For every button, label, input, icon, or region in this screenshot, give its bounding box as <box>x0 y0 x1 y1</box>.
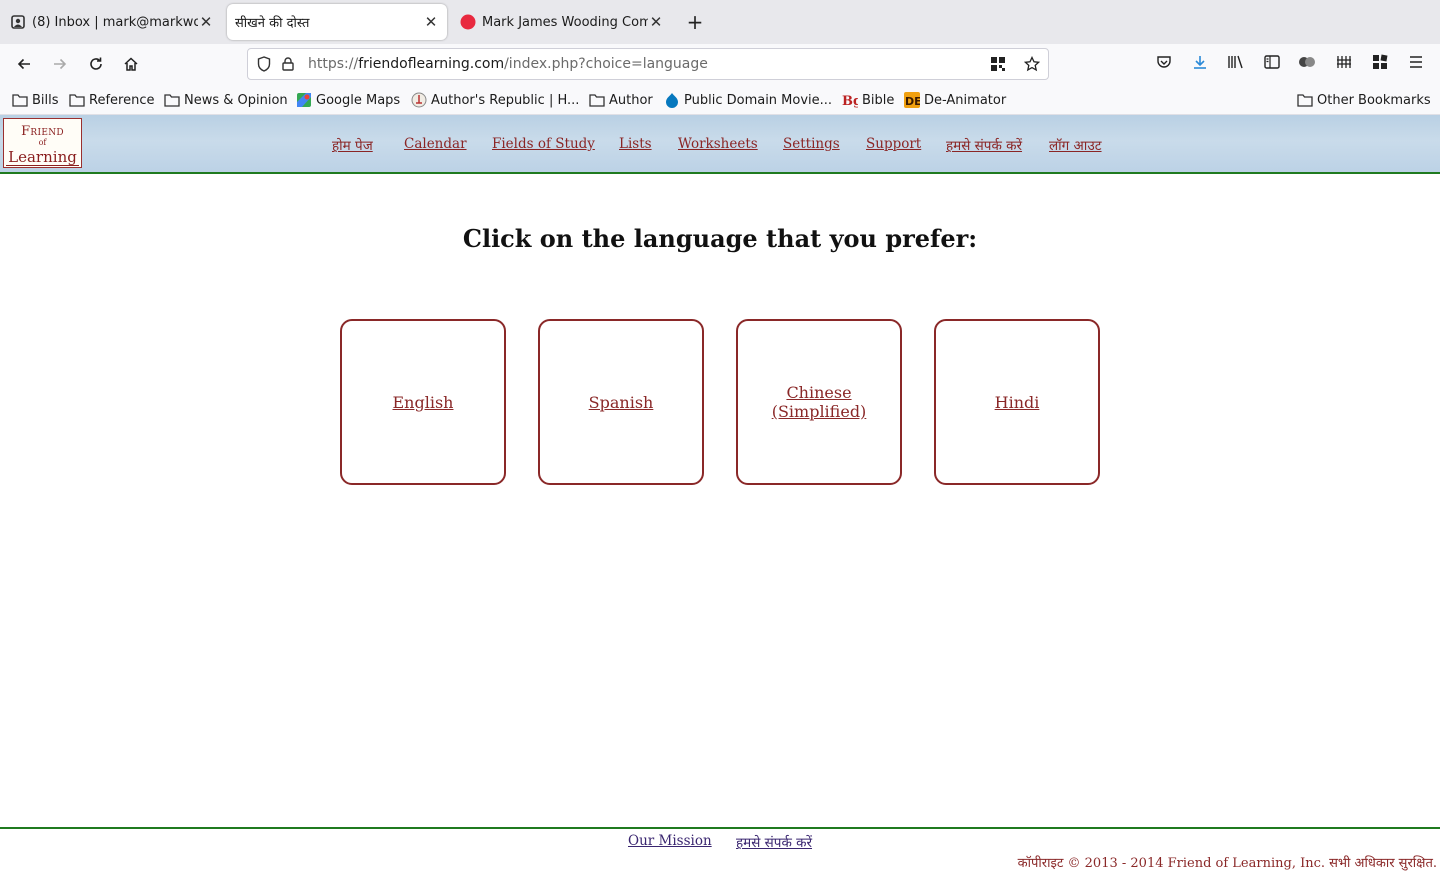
url-scheme: https:// <box>308 56 359 72</box>
tab-title: (8) Inbox | mark@markwo <box>32 14 198 30</box>
tab-wooding[interactable]: Mark James Wooding Com ✕ <box>460 0 664 44</box>
new-tab-button[interactable]: + <box>684 11 706 33</box>
tab-inbox[interactable]: (8) Inbox | mark@markwo ✕ <box>10 0 214 44</box>
home-icon <box>124 57 138 71</box>
drupal-icon <box>664 92 680 108</box>
extensions-icon[interactable] <box>1370 52 1390 72</box>
url-path: /index.php?choice=language <box>504 56 708 72</box>
logo-line-of: of <box>38 138 47 147</box>
nav-bar: https://friendoflearning.com/index.php?c… <box>0 44 1440 84</box>
menu-icon[interactable] <box>1406 52 1426 72</box>
tab-title: Mark James Wooding Com <box>482 14 648 30</box>
reload-icon <box>90 57 102 70</box>
bookmark-label: Public Domain Movie... <box>684 92 833 108</box>
bookmark-reference[interactable]: Reference <box>69 91 154 109</box>
site-logo[interactable]: Friend of Learning <box>3 118 82 168</box>
bookmark-author[interactable]: Author <box>589 91 653 109</box>
copyright-notice: कॉपीराइट © 2013 - 2014 Friend of Learnin… <box>1017 856 1437 871</box>
extension-grid-icon[interactable] <box>1334 52 1354 72</box>
reload-button[interactable] <box>84 52 108 76</box>
language-option-english[interactable]: English <box>340 319 506 485</box>
library-icon[interactable] <box>1226 52 1246 72</box>
bookmarks-toolbar: Bills Reference News & Opinion Google Ma… <box>0 84 1440 115</box>
footer-link-contact-us[interactable]: हमसे संपर्क करें <box>736 833 812 851</box>
folder-icon <box>164 92 180 108</box>
pocket-icon[interactable] <box>1154 52 1174 72</box>
bookmark-label: Bills <box>32 92 59 108</box>
logo-line-friend: Friend <box>21 124 64 139</box>
language-link[interactable]: Chinese (Simplified) <box>759 383 879 421</box>
bookmark-public-domain-movies[interactable]: Public Domain Movie... <box>664 91 832 109</box>
bookmark-other-bookmarks[interactable]: Other Bookmarks <box>1297 91 1431 109</box>
bookmark-authors-republic[interactable]: Author's Republic | H... <box>411 91 579 109</box>
mail-icon <box>10 14 26 30</box>
nav-worksheets[interactable]: Worksheets <box>678 136 758 154</box>
download-icon[interactable] <box>1190 52 1210 72</box>
svg-text:DE: DE <box>905 95 920 108</box>
lock-icon[interactable] <box>278 54 298 74</box>
site-header: Friend of Learning होम पेज Calendar Fiel… <box>0 115 1440 174</box>
svg-text:Bg: Bg <box>842 94 858 108</box>
close-tab-icon[interactable]: ✕ <box>198 14 214 30</box>
language-option-spanish[interactable]: Spanish <box>538 319 704 485</box>
bookmark-label: Reference <box>89 92 155 108</box>
folder-icon <box>1297 92 1313 108</box>
language-option-hindi[interactable]: Hindi <box>934 319 1100 485</box>
language-link[interactable]: Spanish <box>589 393 654 412</box>
nav-logout[interactable]: लॉग आउट <box>1049 136 1102 154</box>
maps-icon <box>296 92 312 108</box>
qr-code-icon[interactable] <box>988 54 1008 74</box>
logo-line-learning: Learning <box>6 148 79 166</box>
bookmark-label: De-Animator <box>924 92 1007 108</box>
bookmark-label: Other Bookmarks <box>1317 92 1431 108</box>
bookmark-news-opinion[interactable]: News & Opinion <box>164 91 288 109</box>
bookmark-label: Bible <box>862 92 895 108</box>
bookmark-label: Author <box>609 92 653 108</box>
back-arrow-icon <box>17 58 30 70</box>
language-link[interactable]: English <box>393 393 454 412</box>
bible-icon: Bg <box>842 92 858 108</box>
nav-contact-us[interactable]: हमसे संपर्क करें <box>946 136 1022 154</box>
nav-home[interactable]: होम पेज <box>332 136 373 154</box>
footer-link-our-mission[interactable]: Our Mission <box>628 833 712 849</box>
nav-settings[interactable]: Settings <box>783 136 840 154</box>
shield-icon[interactable] <box>254 54 274 74</box>
close-tab-icon[interactable]: ✕ <box>648 14 664 30</box>
bookmark-label: Author's Republic | H... <box>431 92 580 108</box>
nav-calendar[interactable]: Calendar <box>404 136 467 154</box>
address-bar[interactable]: https://friendoflearning.com/index.php?c… <box>247 48 1049 80</box>
language-option-chinese[interactable]: Chinese (Simplified) <box>736 319 902 485</box>
red-dot-icon <box>460 14 476 30</box>
forward-button[interactable] <box>48 52 72 76</box>
bookmark-de-animator[interactable]: DE De-Animator <box>904 91 1006 109</box>
bookmark-bible[interactable]: Bg Bible <box>842 91 894 109</box>
language-link[interactable]: Hindi <box>995 393 1040 412</box>
url-host: friendoflearning.com <box>358 56 505 72</box>
nav-lists[interactable]: Lists <box>619 136 652 154</box>
page-heading: Click on the language that you prefer: <box>462 224 978 253</box>
de-icon: DE <box>904 92 920 108</box>
sidebar-icon[interactable] <box>1262 52 1282 72</box>
author-icon <box>411 92 427 108</box>
bookmark-star-icon[interactable] <box>1022 54 1042 74</box>
folder-icon <box>589 92 605 108</box>
bookmark-google-maps[interactable]: Google Maps <box>296 91 400 109</box>
close-tab-icon[interactable]: ✕ <box>423 14 439 30</box>
back-button[interactable] <box>12 52 36 76</box>
home-button[interactable] <box>119 52 143 76</box>
tab-current[interactable]: सीखने की दोस्त ✕ <box>227 4 447 40</box>
nav-fields-of-study[interactable]: Fields of Study <box>492 136 595 154</box>
extension-globe-icon[interactable] <box>1297 52 1317 72</box>
folder-icon <box>69 92 85 108</box>
forward-arrow-icon <box>54 58 67 70</box>
tab-strip: (8) Inbox | mark@markwo ✕ सीखने की दोस्त… <box>0 0 1440 44</box>
folder-icon <box>12 92 28 108</box>
bookmark-bills[interactable]: Bills <box>12 91 59 109</box>
nav-support[interactable]: Support <box>866 136 921 154</box>
bookmark-label: Google Maps <box>316 92 401 108</box>
bookmark-label: News & Opinion <box>184 92 288 108</box>
footer-divider <box>0 827 1440 829</box>
url-text: https://friendoflearning.com/index.php?c… <box>308 56 982 72</box>
tab-title: सीखने की दोस्त <box>235 16 310 31</box>
